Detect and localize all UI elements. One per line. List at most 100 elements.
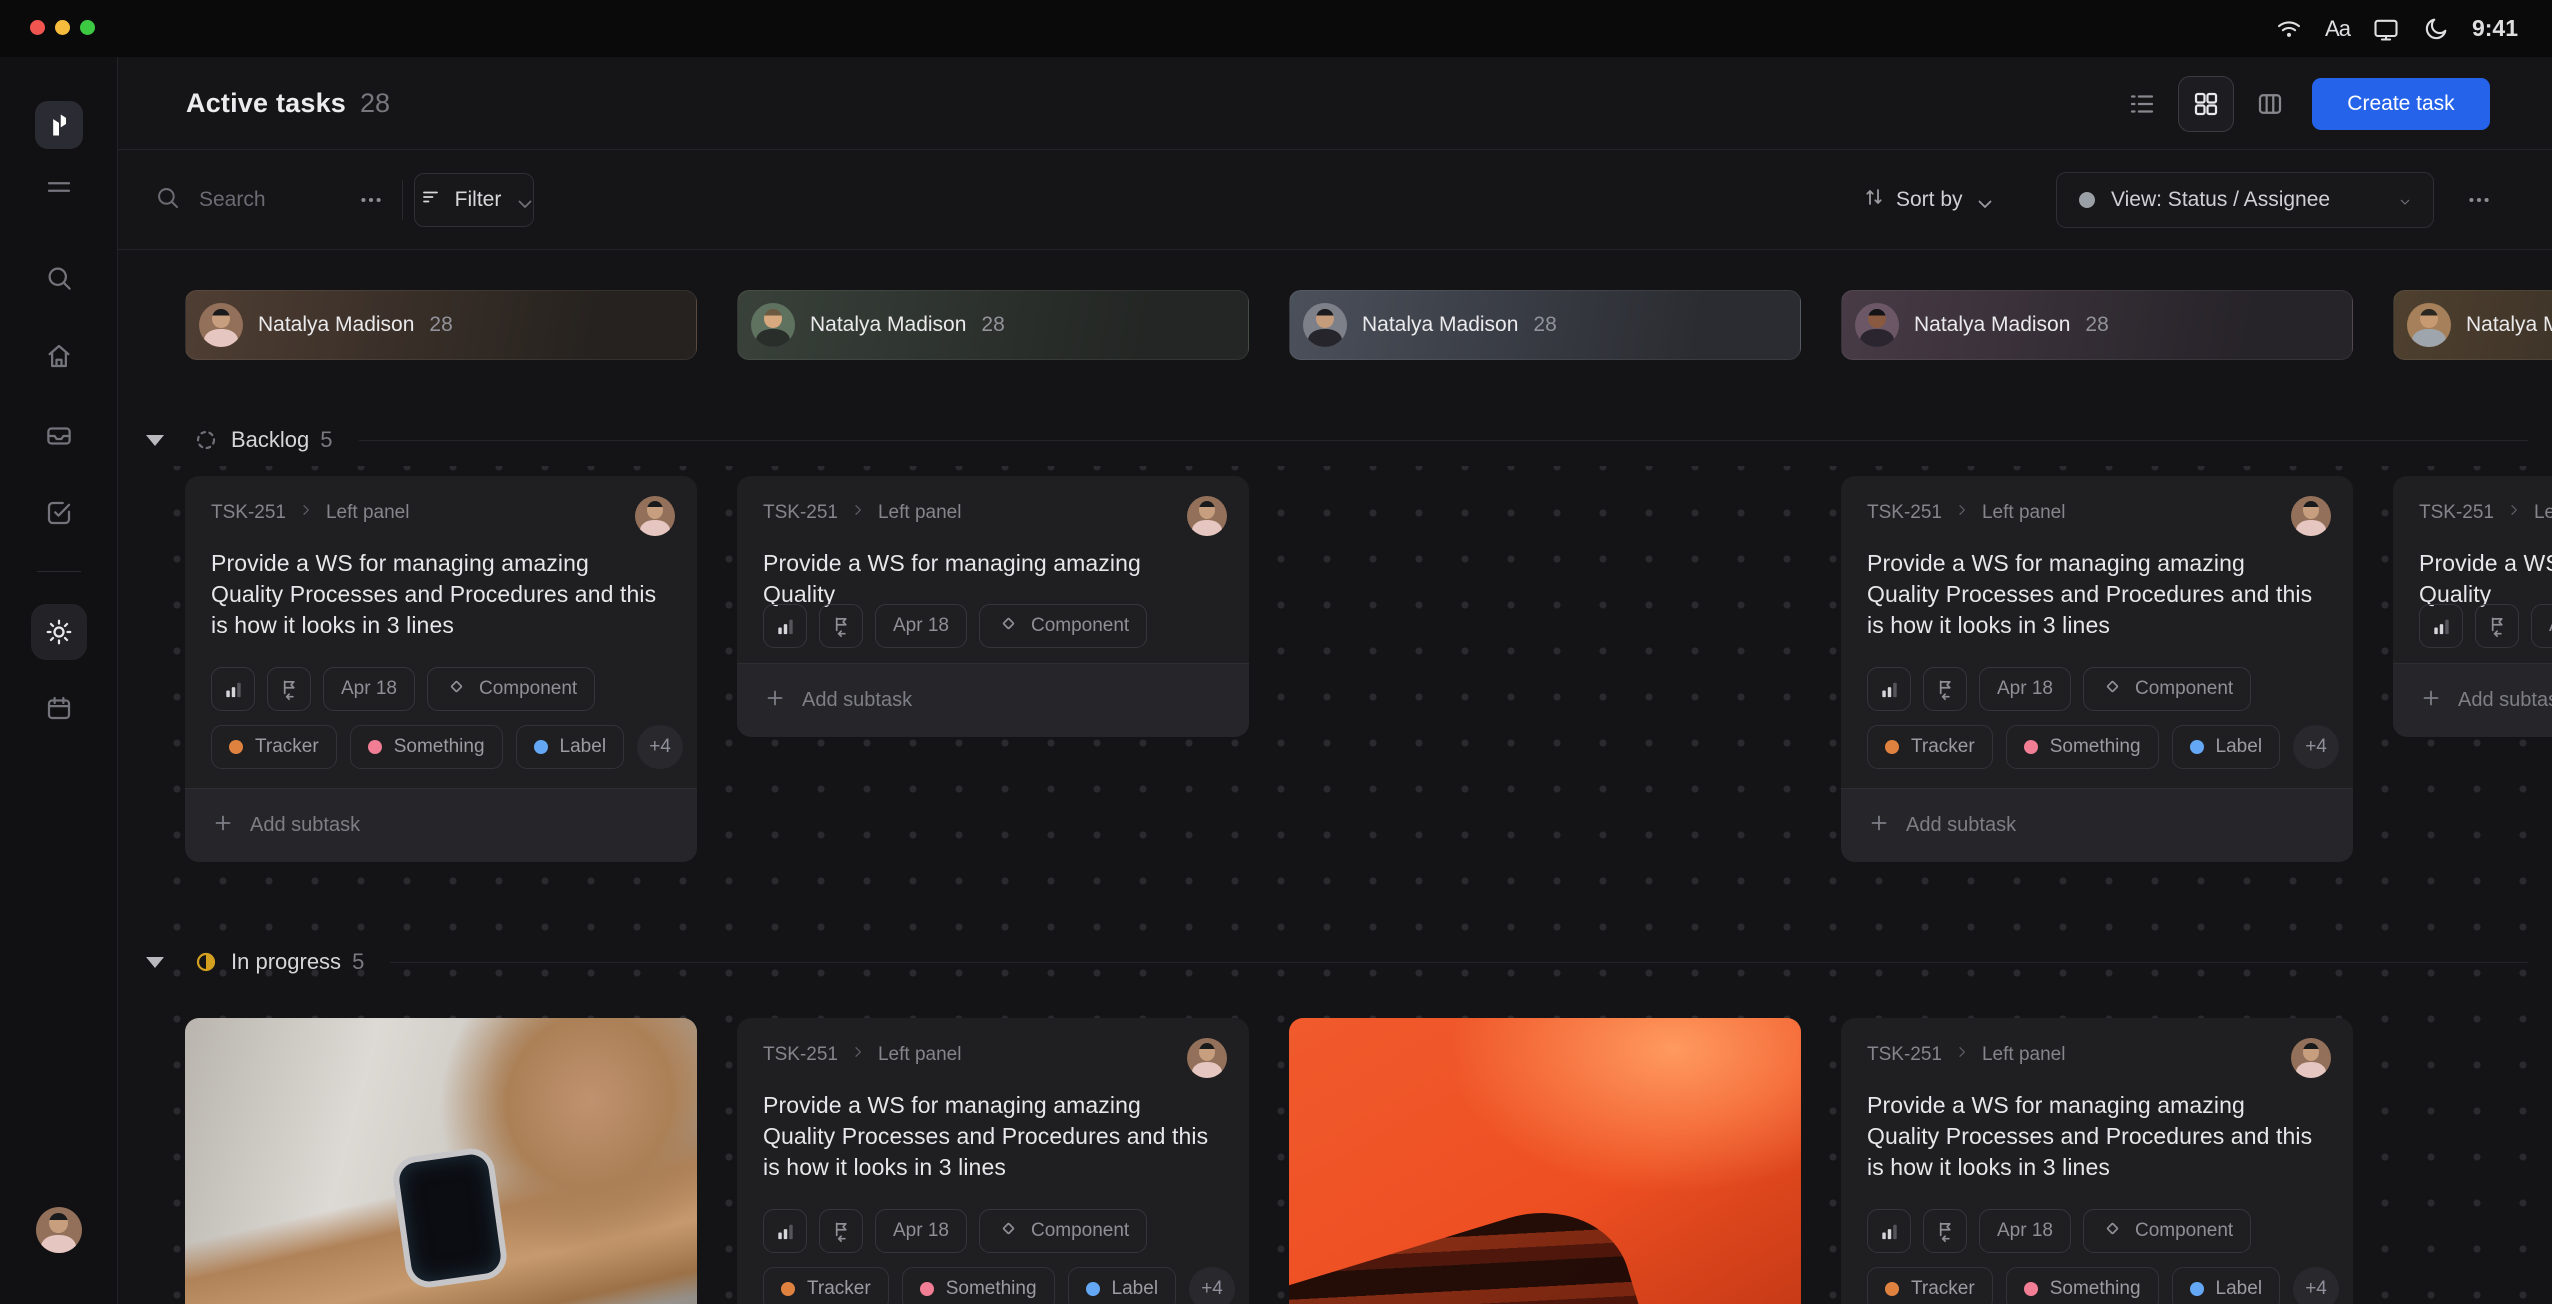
tag-color-dot [920, 1282, 934, 1296]
collapse-triangle-icon[interactable] [146, 435, 164, 446]
filter-button[interactable]: Filter [414, 173, 534, 227]
kanban-board: Natalya Madison 28 Natalya Madison 28 Na… [118, 250, 2552, 1304]
close-window-button[interactable] [30, 20, 45, 35]
priority-chip[interactable] [1867, 667, 1911, 711]
page-task-count: 28 [360, 88, 390, 119]
due-date-chip[interactable]: Apr 18 [2531, 604, 2552, 648]
tag-label[interactable]: Label [1068, 1267, 1177, 1304]
collapse-triangle-icon[interactable] [146, 957, 164, 968]
milestone-chip[interactable] [1923, 667, 1967, 711]
assignee-column-header[interactable]: Natalya Madison 28 [1841, 290, 2353, 360]
priority-chip[interactable] [211, 667, 255, 711]
tag-tracker[interactable]: Tracker [1867, 725, 1993, 769]
sidebar-theme-button-active[interactable] [31, 604, 87, 660]
minimize-window-button[interactable] [55, 20, 70, 35]
tag-something[interactable]: Something [902, 1267, 1055, 1304]
assignee-column-header[interactable]: Natalya Madison 28 [2393, 290, 2552, 360]
view-selector-button[interactable]: View: Status / Assignee [2056, 172, 2434, 228]
window-controls[interactable] [30, 20, 95, 35]
page-title: Active tasks [186, 88, 346, 119]
add-subtask-button[interactable]: Add subtask [185, 788, 697, 862]
sidebar-home-button[interactable] [44, 341, 74, 371]
menu-toggle-button[interactable] [44, 172, 74, 202]
task-assignee-avatar[interactable] [2291, 1038, 2331, 1078]
priority-chip[interactable] [1867, 1209, 1911, 1253]
tag-tracker[interactable]: Tracker [211, 725, 337, 769]
add-subtask-button[interactable]: Add subtask [1841, 788, 2353, 862]
assignee-name: Natalya Madison [1362, 313, 1518, 337]
milestone-chip[interactable] [819, 604, 863, 648]
tag-something[interactable]: Something [350, 725, 503, 769]
tag-tracker[interactable]: Tracker [763, 1267, 889, 1304]
due-date-chip[interactable]: Apr 18 [323, 667, 415, 711]
task-card[interactable]: TSK-251 Left panel Provide a WS for mana… [737, 476, 1249, 737]
task-card[interactable]: TSK-251 Left panel Provide a WS for mana… [1841, 1018, 2353, 1304]
more-tags-button[interactable]: +4 [2293, 725, 2339, 769]
tag-label[interactable]: Label [2172, 1267, 2281, 1304]
create-task-button[interactable]: Create task [2312, 78, 2490, 130]
task-card[interactable]: TSK-251 Left panel Provide a WS for mana… [737, 1018, 1249, 1304]
task-assignee-avatar[interactable] [1187, 1038, 1227, 1078]
milestone-chip[interactable] [267, 667, 311, 711]
assignee-name: Natalya Madison [810, 313, 966, 337]
sidebar-inbox-button[interactable] [44, 421, 74, 451]
sidebar-tasks-button[interactable] [44, 498, 74, 528]
milestone-chip[interactable] [2475, 604, 2519, 648]
add-subtask-button[interactable]: Add subtask [737, 663, 1249, 737]
more-tags-button[interactable]: +4 [1189, 1267, 1235, 1304]
search-input[interactable] [199, 188, 369, 212]
task-assignee-avatar[interactable] [635, 496, 675, 536]
component-chip[interactable]: Component [2083, 1209, 2251, 1253]
tag-something[interactable]: Something [2006, 725, 2159, 769]
task-card[interactable]: TSK-251 Left panel Provide a WS for mana… [2393, 476, 2552, 737]
task-card-photo[interactable] [1289, 1018, 1801, 1304]
search-more-button[interactable] [358, 187, 384, 213]
component-chip[interactable]: Component [2083, 667, 2251, 711]
app-logo[interactable] [35, 101, 83, 149]
due-date-chip[interactable]: Apr 18 [1979, 1209, 2071, 1253]
priority-chip[interactable] [763, 604, 807, 648]
tag-label[interactable]: Label [2172, 725, 2281, 769]
priority-chip[interactable] [2419, 604, 2463, 648]
task-card[interactable]: TSK-251 Left panel Provide a WS for mana… [185, 476, 697, 862]
tag-something[interactable]: Something [2006, 1267, 2159, 1304]
sidebar-search-button[interactable] [44, 263, 74, 293]
task-card[interactable]: TSK-251 Left panel Provide a WS for mana… [1841, 476, 2353, 862]
more-tags-button[interactable]: +4 [2293, 1267, 2339, 1304]
assignee-column-header[interactable]: Natalya Madison 28 [737, 290, 1249, 360]
chevron-right-icon [850, 1044, 866, 1066]
grid-view-button-active[interactable] [2178, 76, 2234, 132]
display-icon [2372, 15, 2400, 43]
tag-tracker[interactable]: Tracker [1867, 1267, 1993, 1304]
add-subtask-button[interactable]: Add subtask [2393, 663, 2552, 737]
due-date-chip[interactable]: Apr 18 [875, 1209, 967, 1253]
component-label: Component [2135, 1220, 2233, 1242]
assignee-column-header[interactable]: Natalya Madison 28 [185, 290, 697, 360]
more-tags-button[interactable]: +4 [637, 725, 683, 769]
chevron-right-icon [850, 502, 866, 524]
due-date-chip[interactable]: Apr 18 [1979, 667, 2071, 711]
sort-by-button[interactable]: Sort by [1862, 150, 1989, 250]
component-chip[interactable]: Component [979, 604, 1147, 648]
list-view-button[interactable] [2114, 76, 2170, 132]
sidebar-calendar-button[interactable] [44, 693, 74, 723]
tag-label[interactable]: Label [516, 725, 625, 769]
view-more-button[interactable] [2466, 187, 2492, 213]
assignee-column-header[interactable]: Natalya Madison 28 [1289, 290, 1801, 360]
task-card-photo[interactable] [185, 1018, 697, 1304]
task-assignee-avatar[interactable] [2291, 496, 2331, 536]
due-date-chip[interactable]: Apr 18 [875, 604, 967, 648]
zoom-window-button[interactable] [80, 20, 95, 35]
task-assignee-avatar[interactable] [1187, 496, 1227, 536]
milestone-chip[interactable] [1923, 1209, 1967, 1253]
user-avatar[interactable] [36, 1207, 82, 1253]
diamond-icon [997, 612, 1020, 641]
board-view-button[interactable] [2242, 76, 2298, 132]
search-icon [154, 184, 181, 216]
milestone-chip[interactable] [819, 1209, 863, 1253]
component-chip[interactable]: Component [979, 1209, 1147, 1253]
view-label: View: Status / Assignee [2111, 188, 2330, 212]
component-chip[interactable]: Component [427, 667, 595, 711]
priority-chip[interactable] [763, 1209, 807, 1253]
assignee-avatar [1303, 303, 1347, 347]
